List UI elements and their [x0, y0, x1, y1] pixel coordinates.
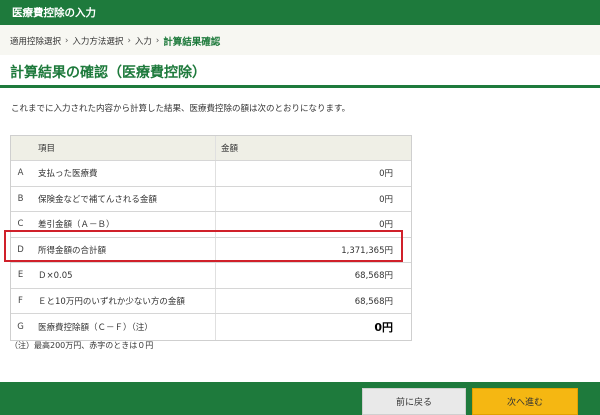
table-row: A 支払った医療費 0円: [11, 161, 411, 187]
row-letter: B: [17, 193, 24, 204]
intro-text: これまでに入力された内容から計算した結果、医療費控除の額は次のとおりになります。: [11, 104, 351, 114]
table-header-row: 項目 金額: [11, 136, 411, 161]
row-letter: G: [17, 321, 24, 332]
row-amount: 0円: [379, 194, 393, 205]
row-amount: 68,568円: [354, 296, 393, 307]
row-amount: 0円: [379, 169, 393, 180]
highlight-box: [4, 230, 403, 262]
column-divider: [215, 263, 216, 288]
table-header-amount: 金額: [221, 144, 239, 154]
deduction-amount: 0円: [374, 320, 393, 334]
row-amount: 0円: [379, 220, 393, 231]
row-item: Ｄ×0.05: [38, 271, 73, 282]
breadcrumb-separator-icon: ›: [155, 36, 160, 46]
breadcrumb-item-deduction-select: 適用控除選択: [10, 37, 62, 47]
row-item: 支払った医療費: [38, 169, 98, 180]
row-letter: A: [17, 168, 24, 179]
column-divider: [215, 161, 216, 186]
breadcrumb-separator-icon: ›: [65, 36, 69, 46]
table-row: F Ｅと10万円のいずれか少ない方の金額 68,568円: [11, 288, 411, 314]
column-divider: [215, 288, 216, 313]
row-item: 保険金などで補てんされる金額: [38, 194, 157, 205]
column-divider: [215, 186, 216, 211]
table-header-item: 項目: [38, 144, 56, 154]
column-divider: [215, 314, 216, 340]
row-letter: F: [18, 295, 23, 306]
breadcrumb-item-current: 計算結果確認: [163, 37, 221, 48]
column-divider: [215, 136, 216, 160]
breadcrumb-item-input-method: 入力方法選択: [72, 37, 124, 47]
breadcrumb-separator-icon: ›: [127, 36, 131, 46]
back-button[interactable]: 前に戻る: [362, 388, 466, 415]
row-item: 医療費控除額（Ｃ－Ｆ）（注）: [38, 322, 153, 333]
title-bar: 医療費控除の入力: [0, 0, 600, 25]
row-letter: E: [17, 270, 24, 281]
table-row: B 保険金などで補てんされる金額 0円: [11, 186, 411, 212]
row-amount: 68,568円: [354, 271, 393, 282]
footnote: （注）最高200万円、赤字のときは０円: [10, 341, 154, 350]
table-row: E Ｄ×0.05 68,568円: [11, 263, 411, 289]
row-letter: C: [17, 219, 24, 230]
breadcrumb: 適用控除選択 › 入力方法選択 › 入力 › 計算結果確認: [0, 25, 600, 55]
title-underline: [0, 85, 600, 88]
app-title: 医療費控除の入力: [12, 7, 96, 19]
row-item: 差引金額（Ａ－Ｂ）: [38, 220, 115, 231]
breadcrumb-item-input: 入力: [134, 37, 152, 47]
row-item: Ｅと10万円のいずれか少ない方の金額: [38, 296, 185, 307]
table-row-deduction-total: G 医療費控除額（Ｃ－Ｆ）（注） 0円: [11, 314, 411, 340]
page-title: 計算結果の確認（医療費控除）: [10, 65, 206, 81]
next-button[interactable]: 次へ進む: [472, 388, 578, 415]
